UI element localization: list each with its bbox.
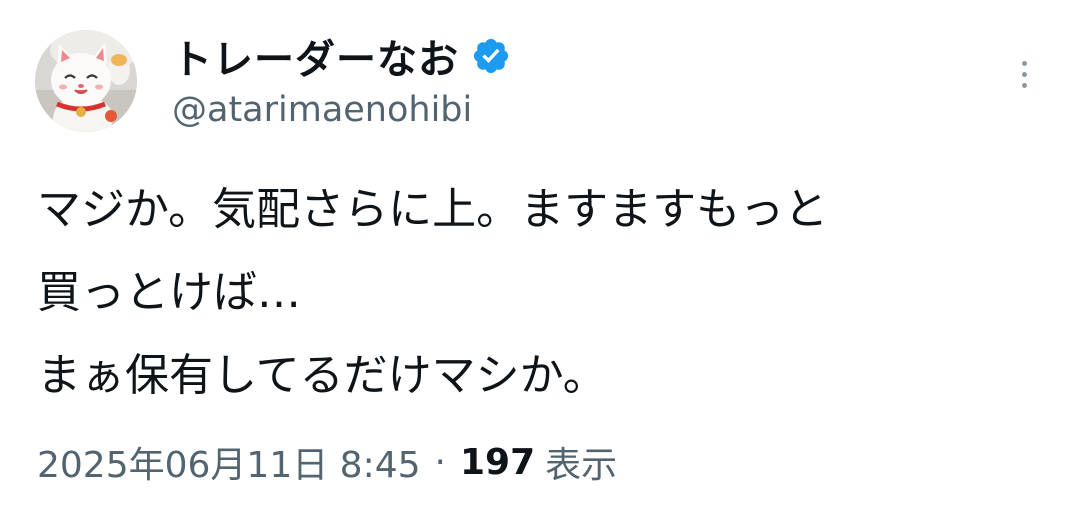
tweet-card: トレーダーなお @atarimaenohibi マジか。気配さらに上。ますますも… [0, 0, 1079, 516]
verified-badge-icon[interactable] [471, 36, 511, 76]
tweet-meta: 2025年06月11日 8:45 · 197 表示 [37, 434, 617, 490]
tweet-text-line: まぁ保有してるだけマシか。 [37, 350, 607, 401]
views-label[interactable]: 表示 [545, 436, 617, 488]
more-options-button[interactable] [1008, 52, 1040, 96]
tweet-text: マジか。気配さらに上。ますますもっと 買っとけば… まぁ保有してるだけマシか。 [37, 168, 1047, 417]
more-vertical-icon [1021, 71, 1027, 77]
tweet-timestamp[interactable]: 2025年06月11日 8:45 [37, 436, 421, 488]
author-name-row: トレーダーなお [172, 26, 511, 86]
tweet-text-line: マジか。気配さらに上。ますますもっと [37, 184, 829, 235]
meta-separator: · [434, 441, 446, 483]
more-vertical-icon [1021, 82, 1027, 88]
avatar[interactable] [35, 30, 137, 132]
more-vertical-icon [1021, 60, 1027, 66]
maneki-neko-avatar-image [35, 30, 137, 132]
author-handle[interactable]: @atarimaenohibi [172, 90, 472, 130]
views-count[interactable]: 197 [460, 442, 535, 483]
tweet-text-line: 買っとけば… [37, 267, 301, 318]
display-name[interactable]: トレーダーなお [172, 27, 459, 85]
